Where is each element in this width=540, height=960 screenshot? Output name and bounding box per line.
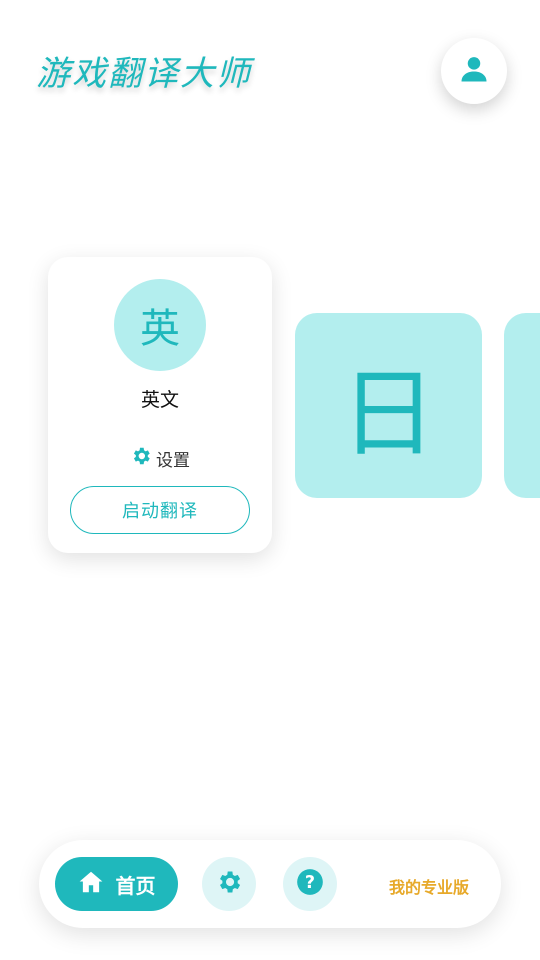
language-settings-link[interactable]: 设置 (48, 445, 272, 472)
question-icon: ? (296, 868, 324, 900)
svg-text:?: ? (305, 873, 315, 893)
language-name: 英文 (140, 389, 179, 411)
settings-label: 设置 (156, 451, 190, 471)
nav-pro-link[interactable]: 我的专业版 (369, 874, 489, 898)
language-symbol-circle: 英 (114, 279, 206, 371)
language-tile-partial[interactable] (504, 313, 540, 498)
start-translation-button[interactable]: 启动翻译 (70, 486, 250, 534)
app-title: 游戏翻译大师 (36, 54, 252, 94)
language-symbol: 日 (340, 358, 437, 470)
language-tile-japanese[interactable]: 日 (295, 313, 482, 498)
nav-home-label: 首页 (115, 873, 156, 898)
nav-home-button[interactable]: 首页 (55, 857, 178, 911)
language-card-english[interactable]: 英 英文 设置 启动翻译 (48, 257, 272, 553)
home-icon (78, 869, 104, 900)
bottom-navigation: 首页 ? 我的专业版 (39, 840, 501, 928)
gear-icon (215, 868, 243, 900)
language-symbol: 英 (140, 306, 180, 352)
user-icon (459, 54, 489, 88)
profile-button[interactable] (441, 38, 507, 104)
nav-settings-button[interactable] (202, 857, 256, 911)
nav-help-button[interactable]: ? (283, 857, 337, 911)
gear-icon (130, 445, 152, 472)
